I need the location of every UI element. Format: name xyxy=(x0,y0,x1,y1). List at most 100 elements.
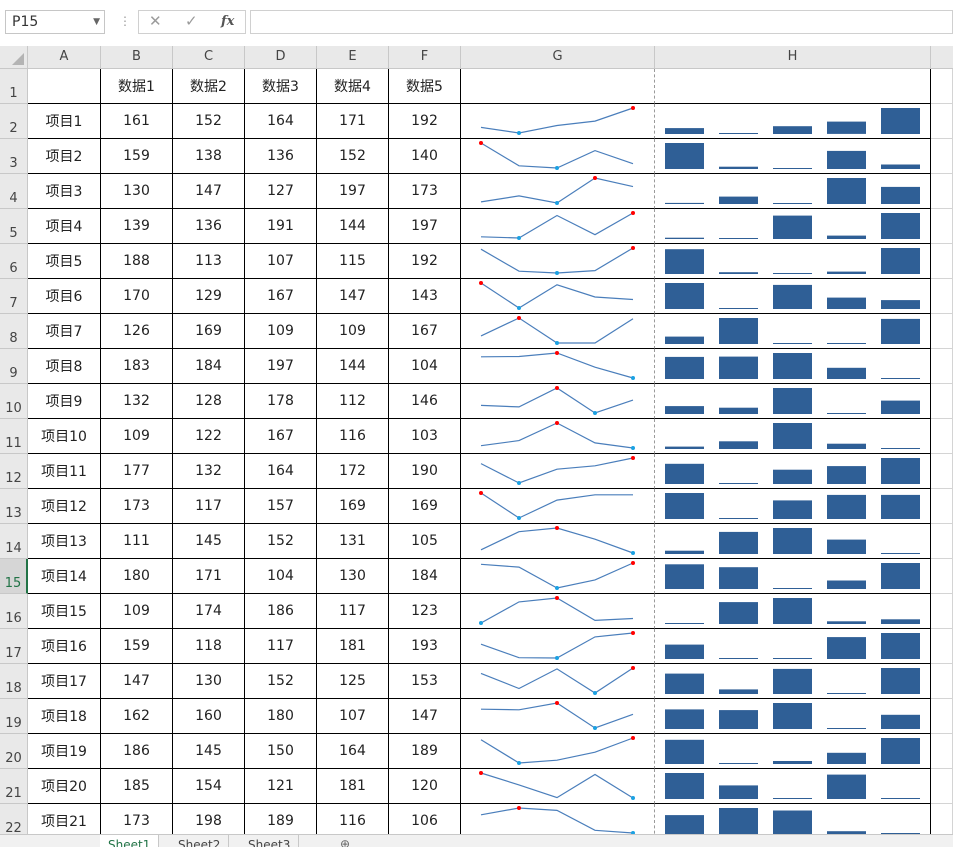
value-cell[interactable]: 147 xyxy=(173,174,245,209)
value-cell[interactable]: 130 xyxy=(101,174,173,209)
line-sparkline-cell[interactable] xyxy=(461,594,655,629)
column-sparkline-cell[interactable] xyxy=(655,769,931,804)
value-cell[interactable]: 159 xyxy=(101,629,173,664)
column-sparkline-cell[interactable] xyxy=(655,384,931,419)
formula-input[interactable] xyxy=(250,10,953,34)
value-cell[interactable]: 164 xyxy=(245,454,317,489)
value-cell[interactable]: 132 xyxy=(173,454,245,489)
value-cell[interactable]: 128 xyxy=(173,384,245,419)
value-cell[interactable]: 164 xyxy=(317,734,389,769)
value-cell[interactable]: 147 xyxy=(389,699,461,734)
value-cell[interactable]: 123 xyxy=(389,594,461,629)
item-label-cell[interactable]: 项目7 xyxy=(28,314,101,349)
column-sparkline-cell[interactable] xyxy=(655,489,931,524)
item-label-cell[interactable]: 项目6 xyxy=(28,279,101,314)
value-cell[interactable]: 138 xyxy=(173,139,245,174)
column-sparkline-cell[interactable] xyxy=(655,699,931,734)
row-header[interactable]: 3 xyxy=(0,139,28,174)
sheet-tab[interactable]: Sheet3 xyxy=(240,835,300,847)
select-all-button[interactable] xyxy=(0,46,28,68)
empty-cell[interactable] xyxy=(931,454,953,489)
header-cell[interactable] xyxy=(28,69,101,104)
value-cell[interactable]: 132 xyxy=(101,384,173,419)
value-cell[interactable]: 181 xyxy=(317,769,389,804)
value-cell[interactable]: 113 xyxy=(173,244,245,279)
value-cell[interactable]: 126 xyxy=(101,314,173,349)
item-label-cell[interactable]: 项目14 xyxy=(28,559,101,594)
row-header[interactable]: 1 xyxy=(0,69,28,104)
value-cell[interactable]: 144 xyxy=(317,209,389,244)
item-label-cell[interactable]: 项目12 xyxy=(28,489,101,524)
value-cell[interactable]: 118 xyxy=(173,629,245,664)
value-cell[interactable]: 197 xyxy=(245,349,317,384)
value-cell[interactable]: 169 xyxy=(317,489,389,524)
value-cell[interactable]: 157 xyxy=(245,489,317,524)
row-header[interactable]: 7 xyxy=(0,279,28,314)
row-header[interactable]: 10 xyxy=(0,384,28,419)
value-cell[interactable]: 170 xyxy=(101,279,173,314)
row-header[interactable]: 11 xyxy=(0,419,28,454)
value-cell[interactable]: 130 xyxy=(317,559,389,594)
value-cell[interactable]: 180 xyxy=(245,699,317,734)
empty-cell[interactable] xyxy=(931,69,953,104)
value-cell[interactable]: 111 xyxy=(101,524,173,559)
empty-cell[interactable] xyxy=(931,489,953,524)
value-cell[interactable]: 152 xyxy=(317,139,389,174)
empty-cell[interactable] xyxy=(931,314,953,349)
item-label-cell[interactable]: 项目10 xyxy=(28,419,101,454)
value-cell[interactable]: 185 xyxy=(101,769,173,804)
value-cell[interactable]: 107 xyxy=(245,244,317,279)
column-sparkline-cell[interactable] xyxy=(655,209,931,244)
column-sparkline-cell[interactable] xyxy=(655,279,931,314)
value-cell[interactable]: 139 xyxy=(101,209,173,244)
line-sparkline-cell[interactable] xyxy=(461,769,655,804)
value-cell[interactable]: 152 xyxy=(245,524,317,559)
empty-cell[interactable] xyxy=(931,174,953,209)
value-cell[interactable]: 145 xyxy=(173,734,245,769)
value-cell[interactable]: 131 xyxy=(317,524,389,559)
value-cell[interactable]: 174 xyxy=(173,594,245,629)
column-sparkline-cell[interactable] xyxy=(655,419,931,454)
item-label-cell[interactable]: 项目4 xyxy=(28,209,101,244)
value-cell[interactable]: 191 xyxy=(245,209,317,244)
value-cell[interactable]: 154 xyxy=(173,769,245,804)
value-cell[interactable]: 115 xyxy=(317,244,389,279)
value-cell[interactable]: 171 xyxy=(173,559,245,594)
value-cell[interactable]: 122 xyxy=(173,419,245,454)
value-cell[interactable]: 109 xyxy=(317,314,389,349)
column-header-f[interactable]: F xyxy=(389,46,461,68)
row-header[interactable]: 15 xyxy=(0,559,28,594)
row-header[interactable]: 16 xyxy=(0,594,28,629)
column-sparkline-cell[interactable] xyxy=(655,104,931,139)
value-cell[interactable]: 103 xyxy=(389,419,461,454)
empty-cell[interactable] xyxy=(931,349,953,384)
item-label-cell[interactable]: 项目2 xyxy=(28,139,101,174)
value-cell[interactable]: 104 xyxy=(245,559,317,594)
row-header[interactable]: 9 xyxy=(0,349,28,384)
value-cell[interactable]: 112 xyxy=(317,384,389,419)
function-icon[interactable]: fx xyxy=(221,14,234,29)
sheet-tab[interactable]: Sheet1 xyxy=(100,835,160,847)
line-sparkline-cell[interactable] xyxy=(461,209,655,244)
value-cell[interactable]: 169 xyxy=(173,314,245,349)
row-header[interactable]: 19 xyxy=(0,699,28,734)
row-header[interactable]: 18 xyxy=(0,664,28,699)
column-sparkline-cell[interactable] xyxy=(655,734,931,769)
empty-cell[interactable] xyxy=(931,244,953,279)
item-label-cell[interactable]: 项目19 xyxy=(28,734,101,769)
empty-cell[interactable] xyxy=(931,279,953,314)
line-sparkline-cell[interactable] xyxy=(461,349,655,384)
value-cell[interactable]: 120 xyxy=(389,769,461,804)
column-sparkline-cell[interactable] xyxy=(655,559,931,594)
name-box[interactable]: P15 ▼ xyxy=(5,10,105,34)
value-cell[interactable]: 184 xyxy=(173,349,245,384)
value-cell[interactable]: 125 xyxy=(317,664,389,699)
header-cell[interactable]: 数据2 xyxy=(173,69,245,104)
line-sparkline-cell[interactable] xyxy=(461,104,655,139)
row-header[interactable]: 20 xyxy=(0,734,28,769)
empty-cell[interactable] xyxy=(931,769,953,804)
line-sparkline-cell[interactable] xyxy=(461,244,655,279)
value-cell[interactable]: 197 xyxy=(317,174,389,209)
value-cell[interactable]: 107 xyxy=(317,699,389,734)
column-header-c[interactable]: C xyxy=(173,46,245,68)
